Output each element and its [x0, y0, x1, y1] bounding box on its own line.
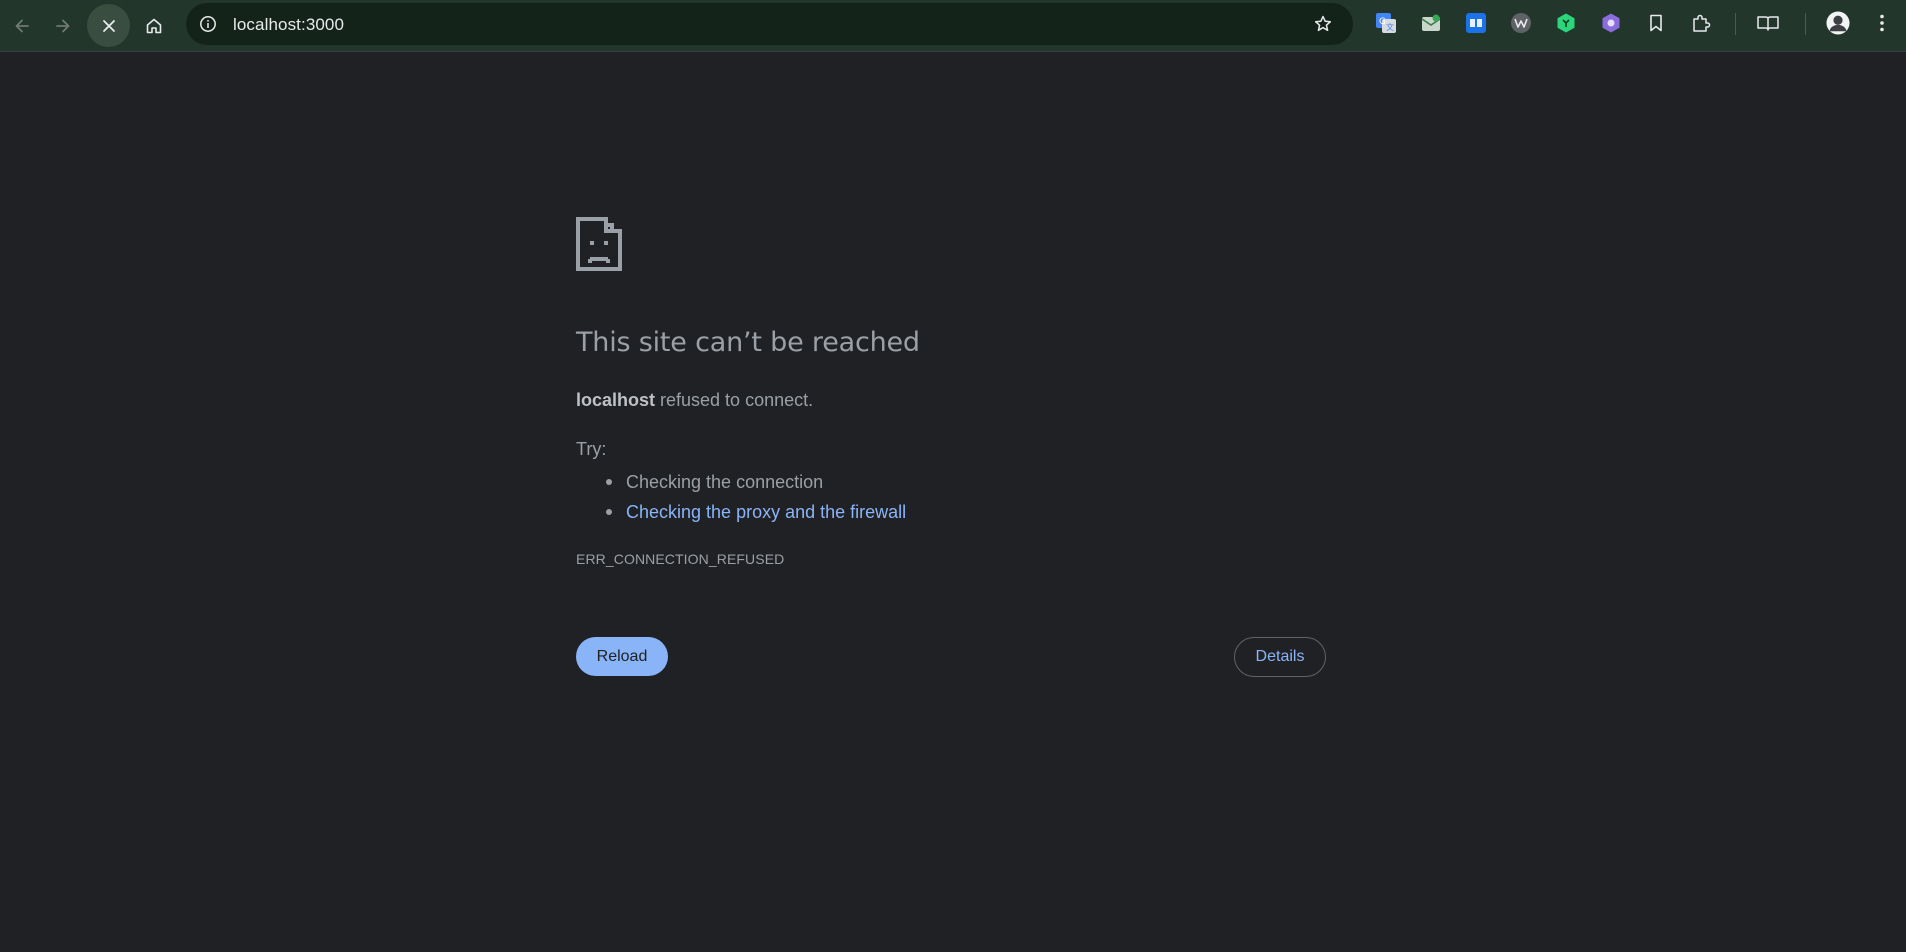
purple-gear-extension-icon[interactable] — [1599, 11, 1623, 35]
toolbar-divider — [1735, 13, 1736, 35]
error-headline: This site can’t be reached — [576, 327, 920, 358]
back-arrow-icon — [15, 19, 29, 32]
forward-arrow-icon — [55, 19, 69, 32]
error-message: localhost refused to connect. — [576, 390, 813, 411]
stop-loading-button[interactable] — [87, 4, 130, 47]
suggestions-list: Checking the connection Checking the pro… — [576, 467, 906, 527]
svg-text:G: G — [1379, 17, 1386, 27]
toolbar-divider — [1805, 13, 1806, 35]
url-text[interactable]: localhost:3000 — [233, 15, 344, 35]
green-hex-extension-icon[interactable] — [1554, 11, 1578, 35]
close-icon — [102, 19, 115, 32]
bookmark-icon[interactable] — [1644, 11, 1668, 35]
address-bar[interactable]: localhost:3000 — [186, 3, 1353, 45]
home-button[interactable] — [132, 4, 175, 47]
back-button[interactable] — [0, 4, 43, 47]
w-extension-icon[interactable] — [1509, 11, 1533, 35]
try-label: Try: — [576, 439, 607, 459]
error-refused-text: refused to connect. — [655, 390, 814, 410]
profile-avatar[interactable] — [1826, 11, 1850, 35]
reload-button[interactable]: Reload — [576, 637, 668, 676]
google-translate-icon[interactable]: G 文 — [1374, 11, 1398, 35]
check-proxy-link[interactable]: Checking the proxy and the firewall — [626, 502, 906, 522]
details-button[interactable]: Details — [1234, 637, 1326, 677]
svg-text:文: 文 — [1386, 22, 1394, 32]
bookmark-star-icon[interactable] — [1311, 12, 1335, 36]
more-menu-icon[interactable] — [1870, 11, 1894, 35]
reading-mode-icon[interactable] — [1756, 11, 1780, 35]
reader-extension-icon[interactable] — [1464, 11, 1488, 35]
extensions-puzzle-icon[interactable] — [1689, 11, 1713, 35]
suggestion-check-connection-text: Checking the connection — [626, 472, 824, 492]
browser-toolbar: localhost:3000 G 文 — [0, 0, 1906, 52]
site-info-icon[interactable] — [196, 12, 220, 36]
mail-extension-icon[interactable] — [1419, 11, 1443, 35]
forward-button[interactable] — [41, 4, 84, 47]
suggestion-check-proxy: Checking the proxy and the firewall — [576, 497, 906, 527]
error-host: localhost — [576, 390, 656, 410]
home-icon — [146, 18, 161, 33]
suggestion-check-connection: Checking the connection — [576, 467, 906, 497]
sad-document-icon — [576, 217, 622, 271]
error-code: ERR_CONNECTION_REFUSED — [576, 551, 785, 567]
